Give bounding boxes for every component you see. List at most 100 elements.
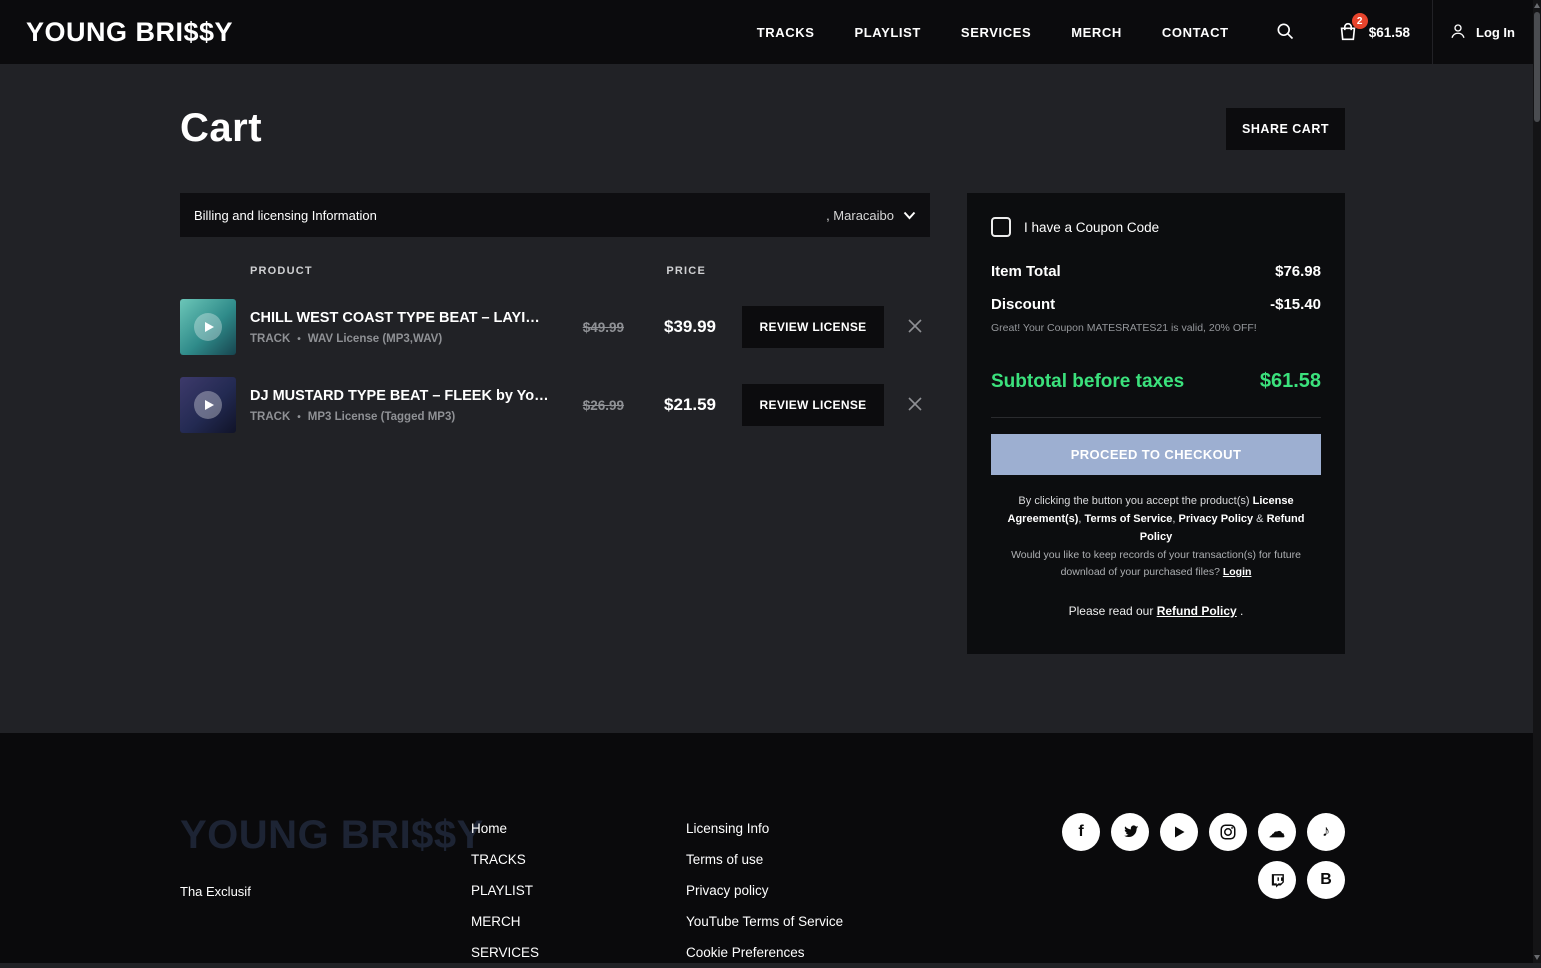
facebook-icon[interactable]: f bbox=[1062, 813, 1100, 851]
records-part: Would you like to keep records of your t… bbox=[1011, 549, 1301, 578]
user-icon bbox=[1449, 22, 1467, 43]
cart-items-section: Billing and licensing Information , Mara… bbox=[180, 193, 930, 433]
track-type: TRACK bbox=[250, 332, 291, 345]
close-icon bbox=[907, 396, 923, 415]
terms-of-service-link[interactable]: Terms of Service bbox=[1085, 513, 1173, 525]
privacy-policy-link[interactable]: Privacy Policy bbox=[1179, 513, 1254, 525]
item-total-value: $76.98 bbox=[1275, 263, 1321, 280]
coupon-checkbox[interactable] bbox=[991, 217, 1011, 237]
billing-selected-value: , Maracaibo bbox=[826, 207, 894, 223]
nav-contact[interactable]: CONTACT bbox=[1162, 25, 1229, 40]
subtotal-value: $61.58 bbox=[1259, 370, 1321, 392]
footer-link-terms-of-use[interactable]: Terms of use bbox=[686, 844, 901, 875]
footer-link-youtube-terms[interactable]: YouTube Terms of Service bbox=[686, 906, 901, 937]
track-type: TRACK bbox=[250, 410, 291, 423]
instagram-icon[interactable] bbox=[1209, 813, 1247, 851]
share-cart-button[interactable]: SHARE CART bbox=[1226, 107, 1345, 150]
refund-note: Please read our Refund Policy . bbox=[991, 604, 1321, 618]
scrollbar-thumb[interactable] bbox=[1534, 12, 1540, 122]
chevron-down-icon bbox=[903, 208, 916, 223]
refund-policy-link[interactable]: Refund Policy bbox=[1157, 604, 1237, 618]
footer-legal-column: Licensing Info Terms of use Privacy poli… bbox=[686, 813, 901, 963]
footer-link-services[interactable]: SERVICES bbox=[471, 937, 686, 968]
track-license: WAV License (MP3,WAV) bbox=[290, 333, 442, 345]
footer-link-home[interactable]: Home bbox=[471, 813, 686, 844]
old-price: $26.99 bbox=[582, 397, 624, 413]
page-title: Cart bbox=[180, 106, 263, 150]
scroll-up-arrow[interactable] bbox=[1534, 3, 1540, 8]
cart-item-row: DJ MUSTARD TYPE BEAT – FLEEK by Young Br… bbox=[180, 377, 930, 433]
discount-row: Discount -$15.40 bbox=[991, 296, 1321, 313]
summary-divider bbox=[991, 417, 1321, 418]
nav-services[interactable]: SERVICES bbox=[961, 25, 1031, 40]
footer-link-merch[interactable]: MERCH bbox=[471, 906, 686, 937]
legal-part: & bbox=[1253, 512, 1267, 525]
footer-link-privacy-policy[interactable]: Privacy policy bbox=[686, 875, 901, 906]
records-text: Would you like to keep records of your t… bbox=[991, 547, 1321, 580]
item-total-label: Item Total bbox=[991, 263, 1061, 280]
footer-link-playlist[interactable]: PLAYLIST bbox=[471, 875, 686, 906]
close-icon bbox=[907, 318, 923, 337]
footer-link-tracks[interactable]: TRACKS bbox=[471, 844, 686, 875]
discount-label: Discount bbox=[991, 296, 1056, 313]
scrollbar[interactable] bbox=[1533, 0, 1541, 963]
review-license-button[interactable]: REVIEW LICENSE bbox=[742, 306, 884, 348]
old-price: $49.99 bbox=[582, 319, 624, 335]
play-icon[interactable] bbox=[194, 391, 222, 419]
remove-item-button[interactable] bbox=[900, 318, 930, 337]
remove-item-button[interactable] bbox=[900, 396, 930, 415]
tiktok-icon[interactable]: ♪ bbox=[1307, 813, 1345, 851]
track-artwork[interactable] bbox=[180, 377, 236, 433]
play-icon[interactable] bbox=[194, 313, 222, 341]
table-header: PRODUCT PRICE bbox=[180, 265, 930, 277]
billing-bar[interactable]: Billing and licensing Information , Mara… bbox=[180, 193, 930, 237]
header-divider bbox=[1432, 0, 1433, 64]
track-title[interactable]: DJ MUSTARD TYPE BEAT – FLEEK by Young Br… bbox=[250, 388, 550, 404]
twitter-icon[interactable] bbox=[1111, 813, 1149, 851]
login-button[interactable]: Log In bbox=[1449, 22, 1531, 43]
social-links: f ☁ ♪ B bbox=[1062, 813, 1345, 963]
cart-item-row: CHILL WEST COAST TYPE BEAT – LAYIN LOW b… bbox=[180, 299, 930, 355]
refund-suffix: . bbox=[1236, 603, 1244, 618]
subtotal-label: Subtotal before taxes bbox=[991, 370, 1185, 392]
track-title[interactable]: CHILL WEST COAST TYPE BEAT – LAYIN LOW b… bbox=[250, 310, 550, 326]
cart-count-badge: 2 bbox=[1351, 13, 1368, 29]
nav-tracks[interactable]: TRACKS bbox=[757, 25, 815, 40]
cart-page: Cart SHARE CART Billing and licensing In… bbox=[0, 64, 1541, 733]
review-license-button[interactable]: REVIEW LICENSE bbox=[742, 384, 884, 426]
nav-merch[interactable]: MERCH bbox=[1071, 25, 1122, 40]
subtotal-row: Subtotal before taxes $61.58 bbox=[991, 370, 1321, 393]
youtube-icon[interactable] bbox=[1160, 813, 1198, 851]
cart-icon: 2 bbox=[1337, 13, 1368, 43]
cart-widget[interactable]: 2 $61.58 bbox=[1337, 13, 1410, 43]
item-total-row: Item Total $76.98 bbox=[991, 263, 1321, 280]
search-button[interactable] bbox=[1275, 21, 1295, 44]
footer-tagline: Tha Exclusif bbox=[180, 884, 251, 899]
legal-part: By clicking the button you accept the pr… bbox=[1018, 495, 1253, 507]
login-link[interactable]: Login bbox=[1223, 566, 1252, 578]
search-icon bbox=[1275, 21, 1295, 44]
footer-nav-column: Home TRACKS PLAYLIST MERCH SERVICES bbox=[471, 813, 686, 963]
footer-link-licensing-info[interactable]: Licensing Info bbox=[686, 813, 901, 844]
order-summary: I have a Coupon Code Item Total $76.98 D… bbox=[967, 193, 1345, 654]
track-license: MP3 License (Tagged MP3) bbox=[290, 411, 455, 423]
billing-country-select[interactable]: , Maracaibo bbox=[826, 208, 916, 223]
bandlab-icon[interactable]: B bbox=[1307, 861, 1345, 899]
cart-total: $61.58 bbox=[1368, 24, 1410, 40]
footer-brand: YOUNG BRI$$Y bbox=[180, 813, 484, 857]
coupon-checkbox-label: I have a Coupon Code bbox=[1024, 219, 1160, 235]
proceed-to-checkout-button[interactable]: PROCEED TO CHECKOUT bbox=[991, 434, 1321, 475]
nav-playlist[interactable]: PLAYLIST bbox=[854, 25, 920, 40]
scroll-down-arrow[interactable] bbox=[1534, 955, 1540, 960]
current-price: $21.59 bbox=[664, 395, 716, 414]
discount-value: -$15.40 bbox=[1270, 296, 1321, 313]
track-artwork[interactable] bbox=[180, 299, 236, 355]
column-price: PRICE bbox=[666, 265, 706, 277]
twitch-icon[interactable] bbox=[1258, 861, 1296, 899]
logo[interactable]: YOUNG BRI$$Y bbox=[26, 17, 233, 48]
login-label: Log In bbox=[1476, 24, 1515, 40]
footer-link-cookie-preferences[interactable]: Cookie Preferences bbox=[686, 937, 901, 968]
current-price: $39.99 bbox=[664, 317, 716, 336]
legal-text: By clicking the button you accept the pr… bbox=[991, 493, 1321, 546]
soundcloud-icon[interactable]: ☁ bbox=[1258, 813, 1296, 851]
